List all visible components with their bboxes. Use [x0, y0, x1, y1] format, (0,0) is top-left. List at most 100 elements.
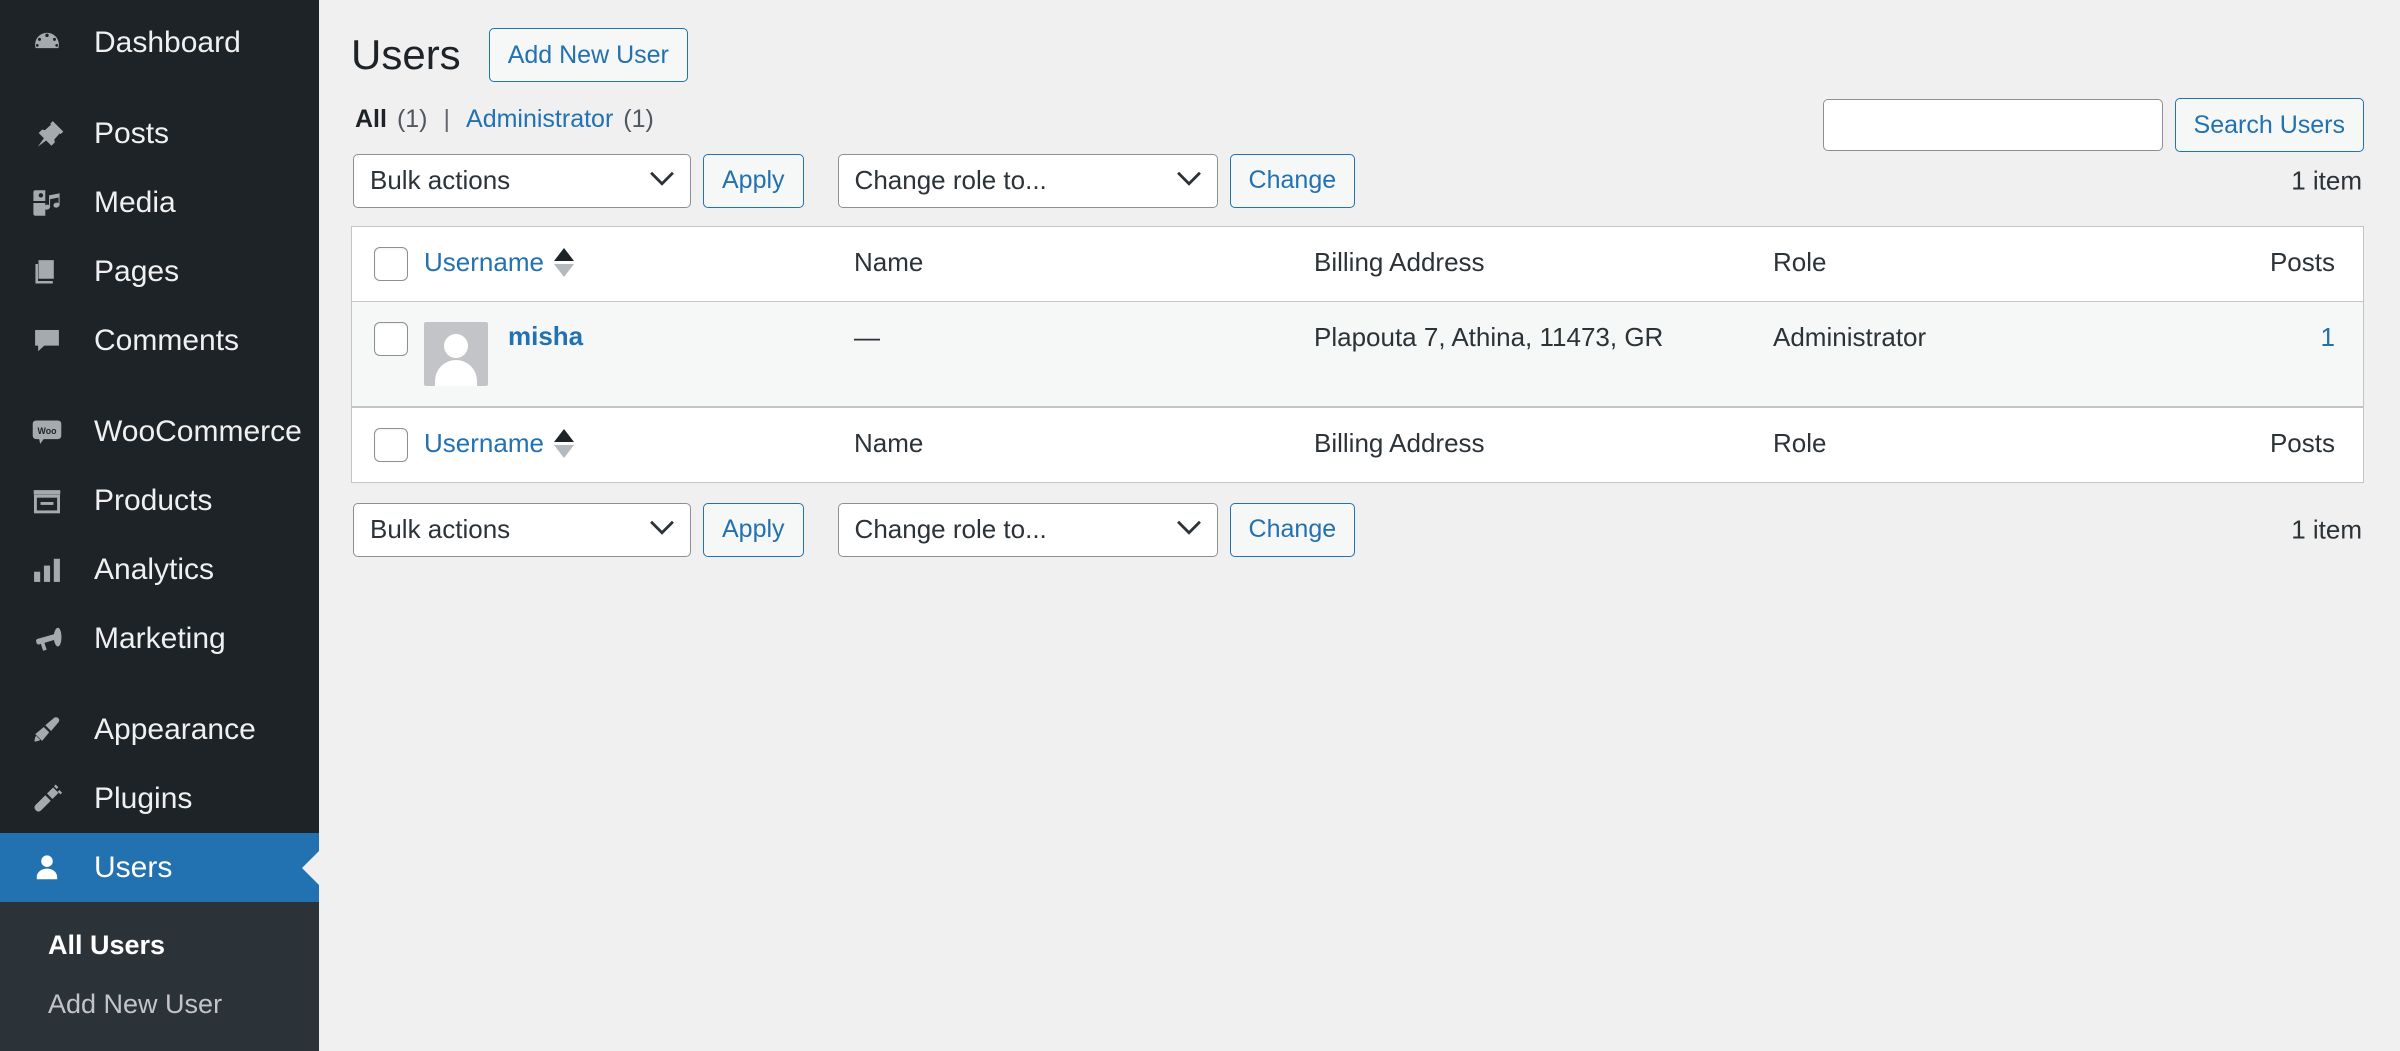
table-row: misha — Plapouta 7, Athina, 11473, GR Ad…: [352, 302, 2363, 407]
menu-separator: [0, 375, 319, 397]
apply-button-bottom[interactable]: Apply: [703, 503, 804, 557]
change-role-select-bottom[interactable]: Change role to...: [838, 503, 1218, 557]
sidebar-item-label: Analytics: [94, 555, 214, 585]
sidebar-item-plugins[interactable]: Plugins: [0, 764, 319, 833]
sidebar-item-comments[interactable]: Comments: [0, 306, 319, 375]
brush-icon: [30, 713, 72, 747]
admin-sidebar: Dashboard Posts Media Pages Commen: [0, 0, 319, 1038]
tablenav-top: Bulk actions Apply Change role to... Cha…: [353, 152, 2364, 210]
change-button-top[interactable]: Change: [1230, 154, 1356, 208]
change-role-value-bottom: Change role to...: [855, 514, 1047, 545]
posts-count-link[interactable]: 1: [2321, 322, 2335, 352]
sidebar-item-label: WooCommerce: [94, 417, 302, 447]
item-count-bottom: 1 item: [2291, 514, 2362, 545]
select-all-footer: [352, 407, 424, 482]
user-search-form: Search Users: [1823, 98, 2364, 152]
sidebar-item-media[interactable]: Media: [0, 168, 319, 237]
search-users-button[interactable]: Search Users: [2175, 98, 2364, 152]
item-count-top: 1 item: [2291, 165, 2362, 196]
change-role-value: Change role to...: [855, 165, 1047, 196]
filter-all-label[interactable]: All: [355, 105, 387, 134]
select-all-header: [352, 227, 424, 302]
sortable-username: Username: [424, 247, 574, 278]
change-role-select-wrap: Change role to...: [838, 154, 1218, 208]
column-header-billing: Billing Address: [1314, 227, 1773, 302]
sidebar-item-label: Media: [94, 188, 176, 218]
sidebar-item-label: Pages: [94, 257, 179, 287]
avatar: [424, 322, 488, 386]
row-checkbox[interactable]: [374, 322, 408, 356]
menu-separator: [0, 673, 319, 695]
cell-billing-address: Plapouta 7, Athina, 11473, GR: [1314, 302, 1773, 407]
pages-icon: [30, 255, 72, 289]
column-header-username-link[interactable]: Username: [424, 247, 544, 278]
bulk-actions-select[interactable]: Bulk actions: [353, 154, 691, 208]
column-footer-name: Name: [854, 407, 1314, 482]
search-input[interactable]: [1823, 99, 2163, 151]
sidebar-item-woocommerce[interactable]: Woo WooCommerce: [0, 397, 319, 466]
sidebar-item-posts[interactable]: Posts: [0, 99, 319, 168]
sort-indicator-icon[interactable]: [554, 248, 574, 277]
cell-posts: 1: [2193, 302, 2363, 407]
sort-asc-icon: [554, 248, 574, 261]
main-content: Users Add New User All (1) | Administrat…: [319, 0, 2400, 1038]
bulk-actions-select-bottom[interactable]: Bulk actions: [353, 503, 691, 557]
column-footer-billing: Billing Address: [1314, 407, 1773, 482]
products-icon: [30, 484, 72, 518]
filter-administrator-count: (1): [623, 105, 654, 134]
cell-username: misha: [424, 302, 854, 407]
submenu-item-all-users[interactable]: All Users: [0, 916, 319, 975]
tablenav-bottom: Bulk actions Apply Change role to... Cha…: [353, 501, 2364, 559]
add-new-user-button[interactable]: Add New User: [489, 28, 688, 82]
admin-screen: Dashboard Posts Media Pages Commen: [0, 0, 2400, 1038]
users-table-body: misha — Plapouta 7, Athina, 11473, GR Ad…: [352, 302, 2363, 407]
sortable-username-footer: Username: [424, 428, 574, 459]
select-all-checkbox-top[interactable]: [374, 247, 408, 281]
sort-indicator-icon[interactable]: [554, 429, 574, 458]
sidebar-item-label: Appearance: [94, 715, 256, 745]
change-role-select[interactable]: Change role to...: [838, 154, 1218, 208]
user-identity: misha: [424, 322, 840, 386]
change-button-bottom[interactable]: Change: [1230, 503, 1356, 557]
users-table: Username Name Billing Address Role Posts: [351, 226, 2364, 483]
column-footer-username-link[interactable]: Username: [424, 428, 544, 459]
sort-desc-icon: [554, 264, 574, 277]
sidebar-item-label: Users: [94, 853, 172, 883]
menu-separator: [0, 77, 319, 99]
filter-administrator-label[interactable]: Administrator: [466, 105, 613, 134]
column-footer-posts: Posts: [2193, 407, 2363, 482]
users-submenu: All Users Add New User: [0, 902, 319, 1051]
dashboard-icon: [30, 26, 72, 60]
submenu-item-add-new-user[interactable]: Add New User: [0, 975, 319, 1034]
sidebar-item-label: Marketing: [94, 624, 226, 654]
sidebar-item-label: Plugins: [94, 784, 192, 814]
username-link[interactable]: misha: [508, 322, 583, 352]
sidebar-item-label: Products: [94, 486, 212, 516]
sidebar-item-appearance[interactable]: Appearance: [0, 695, 319, 764]
users-table-foot: Username Name Billing Address Role Posts: [352, 407, 2363, 482]
media-icon: [30, 186, 72, 220]
select-all-checkbox-bottom[interactable]: [374, 428, 408, 462]
sidebar-item-marketing[interactable]: Marketing: [0, 604, 319, 673]
comments-icon: [30, 324, 72, 358]
cell-role: Administrator: [1773, 302, 2193, 407]
sidebar-item-users[interactable]: Users: [0, 833, 319, 902]
plug-icon: [30, 782, 72, 816]
change-role-select-wrap-bottom: Change role to...: [838, 503, 1218, 557]
column-header-posts: Posts: [2193, 227, 2363, 302]
sidebar-item-pages[interactable]: Pages: [0, 237, 319, 306]
sidebar-item-label: Dashboard: [94, 28, 241, 58]
bulk-actions-value: Bulk actions: [370, 165, 510, 196]
avatar-body: [435, 360, 477, 386]
column-header-name: Name: [854, 227, 1314, 302]
sidebar-item-products[interactable]: Products: [0, 466, 319, 535]
page-title: Users: [351, 28, 461, 83]
column-header-username: Username: [424, 227, 854, 302]
svg-text:Woo: Woo: [38, 426, 58, 436]
sidebar-item-dashboard[interactable]: Dashboard: [0, 8, 319, 77]
user-icon: [30, 851, 72, 885]
sidebar-item-analytics[interactable]: Analytics: [0, 535, 319, 604]
table-footer-row: Username Name Billing Address Role Posts: [352, 407, 2363, 482]
bulk-actions-select-wrap-bottom: Bulk actions: [353, 503, 691, 557]
apply-button-top[interactable]: Apply: [703, 154, 804, 208]
